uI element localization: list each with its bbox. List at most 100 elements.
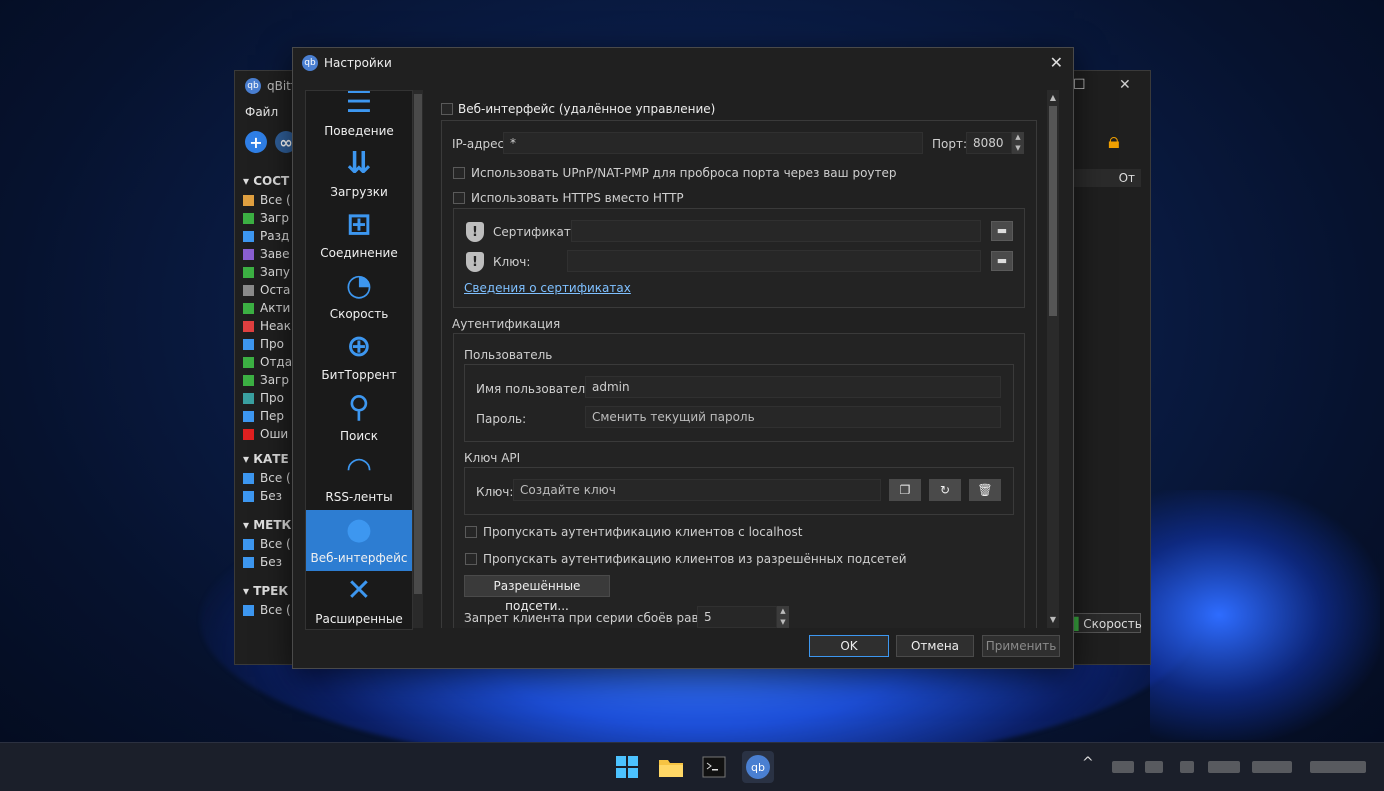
- content-scrollbar[interactable]: ▲ ▼: [1047, 90, 1059, 628]
- copy-key-icon[interactable]: ❐: [889, 479, 921, 501]
- tray-icon[interactable]: [1112, 761, 1134, 773]
- nav-item-label: Поиск: [339, 429, 378, 443]
- password-label: Пароль:: [476, 412, 527, 426]
- upnp-checkbox[interactable]: [453, 167, 465, 179]
- filter-item-label: Все (: [260, 603, 291, 617]
- qbittorrent-icon[interactable]: qb: [742, 751, 774, 783]
- allowed-subnets-button[interactable]: Разрешённые подсети...: [464, 575, 610, 613]
- filter-item-label: Заве: [260, 247, 290, 261]
- nav-item-3[interactable]: ◔ Скорость: [306, 266, 412, 327]
- dialog-close-icon[interactable]: ✕: [1050, 53, 1063, 72]
- nav-item-4[interactable]: ⊕ БитТоррент: [306, 327, 412, 388]
- filter-status-icon: [243, 302, 254, 314]
- filter-status-icon: [243, 472, 254, 484]
- auth-title: Аутентификация: [452, 317, 561, 331]
- double-chevron-down-icon: ⇊: [346, 146, 372, 181]
- nav-item-label: Веб-интерфейс: [310, 551, 408, 565]
- api-key-input[interactable]: Создайте ключ: [513, 479, 881, 501]
- planet-icon: ●: [345, 512, 373, 547]
- tray-icon[interactable]: [1180, 761, 1194, 773]
- port-spinner[interactable]: ▲ ▼: [1012, 132, 1024, 154]
- lock-icon[interactable]: 🔒︎: [1108, 129, 1120, 154]
- filter-item-label: Все (: [260, 471, 291, 485]
- wallpaper-bloom-right: [1150, 490, 1380, 740]
- bypass-subnets-checkbox[interactable]: [465, 553, 477, 565]
- filter-status-icon: [243, 266, 254, 278]
- filter-status-icon: [243, 284, 254, 296]
- tray-icon[interactable]: [1208, 761, 1240, 773]
- speedometer-icon: ◔: [345, 268, 373, 303]
- apply-button[interactable]: Применить: [982, 635, 1060, 657]
- windows-start-icon[interactable]: [611, 751, 643, 783]
- qbittorrent-logo-icon: qb: [245, 78, 261, 94]
- ban-count-input[interactable]: 5: [697, 606, 777, 628]
- nav-item-label: Загрузки: [330, 185, 388, 199]
- nav-item-2[interactable]: ⊞ Соединение: [306, 205, 412, 266]
- filter-status-icon: [243, 392, 254, 404]
- filter-status-icon: [243, 212, 254, 224]
- port-input[interactable]: 8080: [966, 132, 1012, 154]
- clock[interactable]: [1310, 761, 1366, 773]
- username-input[interactable]: admin: [585, 376, 1001, 398]
- filter-status-icon: [243, 490, 254, 502]
- nav-item-label: Соединение: [320, 246, 398, 260]
- user-group-title: Пользователь: [464, 348, 553, 362]
- certificate-path-input[interactable]: [571, 220, 981, 242]
- filter-status-icon: [243, 374, 254, 386]
- add-torrent-icon[interactable]: +: [245, 131, 267, 153]
- nav-item-6[interactable]: ◠ RSS-ленты: [306, 449, 412, 510]
- nav-item-0[interactable]: ☰ Поведение: [306, 91, 412, 144]
- filter-status-icon: [243, 230, 254, 242]
- main-toolbar: + ∞: [245, 131, 297, 153]
- certificate-label: Сертификат:: [493, 225, 575, 239]
- key-path-input[interactable]: [567, 250, 981, 272]
- certificate-warning-icon: !: [466, 222, 484, 242]
- filter-item-label: Запу: [260, 265, 290, 279]
- webui-enable-label: Веб-интерфейс (удалённое управление): [458, 102, 716, 116]
- dialog-title: Настройки: [324, 56, 392, 70]
- certificate-info-link[interactable]: Сведения о сертификатах: [464, 281, 631, 295]
- terminal-icon[interactable]: [698, 751, 730, 783]
- maximize-icon[interactable]: ☐: [1073, 77, 1086, 93]
- menu-file[interactable]: Файл: [245, 105, 278, 119]
- nav-item-7[interactable]: ● Веб-интерфейс: [306, 510, 412, 571]
- key-label: Ключ:: [493, 255, 531, 269]
- https-checkbox[interactable]: [453, 192, 465, 204]
- tray-chevron-icon[interactable]: ^: [1082, 755, 1094, 771]
- column-header[interactable]: От: [1073, 169, 1141, 187]
- close-icon[interactable]: ✕: [1119, 77, 1131, 93]
- settings-dialog: qb Настройки ✕ ☰ Поведение ⇊ Загрузки ⊞ Соеди…: [292, 47, 1074, 669]
- webui-settings-panel: Веб-интерфейс (удалённое управление) IP-…: [433, 90, 1045, 628]
- cancel-button[interactable]: Отмена: [896, 635, 974, 657]
- filter-status-icon: [243, 194, 254, 206]
- key-warning-icon: !: [466, 252, 484, 272]
- nav-item-5[interactable]: ⚲ Поиск: [306, 388, 412, 449]
- filter-item-label: Все (: [260, 537, 291, 551]
- nav-item-1[interactable]: ⇊ Загрузки: [306, 144, 412, 205]
- filter-item-label: Отда: [260, 355, 293, 369]
- filter-item-label: Разд: [260, 229, 290, 243]
- filter-status-icon: [243, 604, 254, 616]
- bypass-localhost-checkbox[interactable]: [465, 526, 477, 538]
- tray-icon[interactable]: [1252, 761, 1292, 773]
- delete-key-icon[interactable]: 🗑︎: [969, 479, 1001, 501]
- ok-button[interactable]: OK: [809, 635, 889, 657]
- webui-enable-checkbox[interactable]: [441, 103, 453, 115]
- globe-icon: ⊕: [346, 329, 372, 364]
- taskbar: qb ^: [0, 742, 1384, 791]
- nav-item-8[interactable]: ✕ Расширенные: [306, 571, 412, 629]
- tray-icon[interactable]: [1145, 761, 1163, 773]
- port-label: Порт:: [932, 137, 968, 151]
- regenerate-key-icon[interactable]: ↻: [929, 479, 961, 501]
- key-browse-folder-icon[interactable]: ▬: [991, 251, 1013, 271]
- password-input[interactable]: Сменить текущий пароль: [585, 406, 1001, 428]
- folder-icon[interactable]: [655, 751, 687, 783]
- filter-status-icon: [243, 538, 254, 550]
- speed-status-button[interactable]: ▌Скорость: [1073, 613, 1142, 633]
- certificate-browse-folder-icon[interactable]: ▬: [991, 221, 1013, 241]
- tools-icon: ✕: [346, 573, 372, 608]
- ip-address-input[interactable]: *: [503, 132, 923, 154]
- nav-scrollbar[interactable]: [413, 90, 423, 628]
- ip-label: IP-адрес:: [452, 137, 509, 151]
- ban-count-spinner[interactable]: ▲ ▼: [777, 606, 789, 628]
